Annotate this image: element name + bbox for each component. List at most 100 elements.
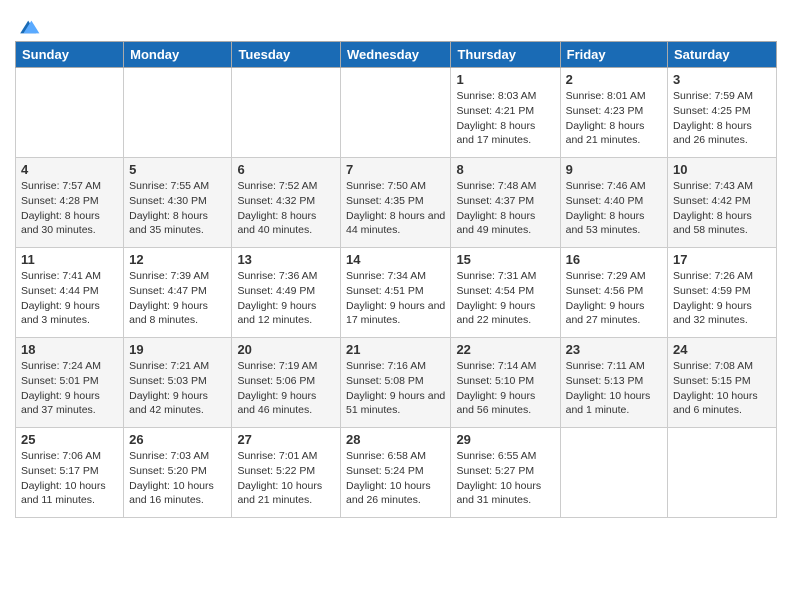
calendar-cell: 2 Sunrise: 8:01 AMSunset: 4:23 PMDaylight… [560,68,667,158]
calendar-cell: 6 Sunrise: 7:52 AMSunset: 4:32 PMDaylight… [232,158,341,248]
day-info: Sunrise: 7:46 AMSunset: 4:40 PMDaylight:… [566,179,662,238]
day-number: 20 [237,342,335,357]
calendar-cell: 15 Sunrise: 7:31 AMSunset: 4:54 PMDayligh… [451,248,560,338]
day-number: 21 [346,342,445,357]
calendar-cell: 19 Sunrise: 7:21 AMSunset: 5:03 PMDayligh… [124,338,232,428]
day-info: Sunrise: 7:50 AMSunset: 4:35 PMDaylight:… [346,179,445,238]
day-number: 22 [456,342,554,357]
calendar-cell: 28Sunrise: 6:58 AMSunset: 5:24 PMDayligh… [341,428,451,518]
day-info: Sunrise: 6:55 AMSunset: 5:27 PMDaylight:… [456,449,554,508]
calendar-cell: 3 Sunrise: 7:59 AMSunset: 4:25 PMDaylight… [668,68,777,158]
day-info: Sunrise: 7:24 AMSunset: 5:01 PMDaylight:… [21,359,118,418]
day-info: Sunrise: 7:14 AMSunset: 5:10 PMDaylight:… [456,359,554,418]
day-number: 10 [673,162,771,177]
calendar-cell: 14Sunrise: 7:34 AMSunset: 4:51 PMDayligh… [341,248,451,338]
calendar-week-row: 11 Sunrise: 7:41 AMSunset: 4:44 PMDayligh… [16,248,777,338]
logo-text [15,14,41,39]
day-info: Sunrise: 7:21 AMSunset: 5:03 PMDaylight:… [129,359,226,418]
day-info: Sunrise: 7:03 AMSunset: 5:20 PMDaylight:… [129,449,226,508]
day-info: Sunrise: 7:19 AMSunset: 5:06 PMDaylight:… [237,359,335,418]
day-info: Sunrise: 7:39 AMSunset: 4:47 PMDaylight:… [129,269,226,328]
day-info: Sunrise: 7:16 AMSunset: 5:08 PMDaylight:… [346,359,445,418]
calendar-header-monday: Monday [124,42,232,68]
calendar-week-row: 1Sunrise: 8:03 AMSunset: 4:21 PMDaylight… [16,68,777,158]
day-number: 16 [566,252,662,267]
day-number: 1 [456,72,554,87]
day-number: 6 [237,162,335,177]
calendar-week-row: 25 Sunrise: 7:06 AMSunset: 5:17 PMDayligh… [16,428,777,518]
calendar-cell: 20 Sunrise: 7:19 AMSunset: 5:06 PMDayligh… [232,338,341,428]
calendar-cell: 8 Sunrise: 7:48 AMSunset: 4:37 PMDaylight… [451,158,560,248]
calendar-header-wednesday: Wednesday [341,42,451,68]
day-number: 15 [456,252,554,267]
day-info: Sunrise: 7:31 AMSunset: 4:54 PMDaylight:… [456,269,554,328]
calendar-cell: 24 Sunrise: 7:08 AMSunset: 5:15 PMDayligh… [668,338,777,428]
calendar-cell: 29 Sunrise: 6:55 AMSunset: 5:27 PMDayligh… [451,428,560,518]
day-number: 3 [673,72,771,87]
calendar-cell: 10 Sunrise: 7:43 AMSunset: 4:42 PMDayligh… [668,158,777,248]
day-number: 13 [237,252,335,267]
day-info: Sunrise: 7:48 AMSunset: 4:37 PMDaylight:… [456,179,554,238]
calendar-cell: 21 Sunrise: 7:16 AMSunset: 5:08 PMDayligh… [341,338,451,428]
day-info: Sunrise: 6:58 AMSunset: 5:24 PMDaylight:… [346,449,445,508]
calendar-cell [560,428,667,518]
day-number: 25 [21,432,118,447]
calendar-cell: 25 Sunrise: 7:06 AMSunset: 5:17 PMDayligh… [16,428,124,518]
calendar-header-saturday: Saturday [668,42,777,68]
day-info: Sunrise: 7:34 AMSunset: 4:51 PMDaylight:… [346,269,445,328]
day-number: 18 [21,342,118,357]
day-number: 23 [566,342,662,357]
day-info: Sunrise: 7:29 AMSunset: 4:56 PMDaylight:… [566,269,662,328]
day-number: 26 [129,432,226,447]
day-info: Sunrise: 7:36 AMSunset: 4:49 PMDaylight:… [237,269,335,328]
day-info: Sunrise: 7:06 AMSunset: 5:17 PMDaylight:… [21,449,118,508]
day-number: 29 [456,432,554,447]
day-number: 19 [129,342,226,357]
calendar-cell: 22 Sunrise: 7:14 AMSunset: 5:10 PMDayligh… [451,338,560,428]
calendar-cell: 4 Sunrise: 7:57 AMSunset: 4:28 PMDaylight… [16,158,124,248]
calendar-cell: 13 Sunrise: 7:36 AMSunset: 4:49 PMDayligh… [232,248,341,338]
day-info: Sunrise: 7:26 AMSunset: 4:59 PMDaylight:… [673,269,771,328]
calendar-week-row: 18 Sunrise: 7:24 AMSunset: 5:01 PMDayligh… [16,338,777,428]
day-info: Sunrise: 8:01 AMSunset: 4:23 PMDaylight:… [566,89,662,148]
calendar-header-row: SundayMondayTuesdayWednesdayThursdayFrid… [16,42,777,68]
day-number: 17 [673,252,771,267]
calendar-cell: 23 Sunrise: 7:11 AMSunset: 5:13 PMDayligh… [560,338,667,428]
calendar-header-sunday: Sunday [16,42,124,68]
day-number: 24 [673,342,771,357]
day-info: Sunrise: 7:41 AMSunset: 4:44 PMDaylight:… [21,269,118,328]
logo [15,14,41,35]
calendar-cell: 9 Sunrise: 7:46 AMSunset: 4:40 PMDaylight… [560,158,667,248]
calendar-header-friday: Friday [560,42,667,68]
day-info: Sunrise: 7:11 AMSunset: 5:13 PMDaylight:… [566,359,662,418]
day-number: 5 [129,162,226,177]
calendar-table: SundayMondayTuesdayWednesdayThursdayFrid… [15,41,777,518]
calendar-header-tuesday: Tuesday [232,42,341,68]
calendar-cell: 5 Sunrise: 7:55 AMSunset: 4:30 PMDaylight… [124,158,232,248]
day-info: Sunrise: 7:57 AMSunset: 4:28 PMDaylight:… [21,179,118,238]
day-number: 12 [129,252,226,267]
day-info: Sunrise: 7:55 AMSunset: 4:30 PMDaylight:… [129,179,226,238]
calendar-cell [341,68,451,158]
day-number: 7 [346,162,445,177]
day-number: 11 [21,252,118,267]
day-number: 27 [237,432,335,447]
day-number: 4 [21,162,118,177]
calendar-body: 1Sunrise: 8:03 AMSunset: 4:21 PMDaylight… [16,68,777,518]
calendar-cell: 1Sunrise: 8:03 AMSunset: 4:21 PMDaylight… [451,68,560,158]
day-info: Sunrise: 7:08 AMSunset: 5:15 PMDaylight:… [673,359,771,418]
calendar-cell [16,68,124,158]
day-number: 8 [456,162,554,177]
day-info: Sunrise: 7:01 AMSunset: 5:22 PMDaylight:… [237,449,335,508]
calendar-cell [668,428,777,518]
calendar-cell: 26 Sunrise: 7:03 AMSunset: 5:20 PMDayligh… [124,428,232,518]
calendar-cell: 16 Sunrise: 7:29 AMSunset: 4:56 PMDayligh… [560,248,667,338]
day-number: 2 [566,72,662,87]
calendar-cell: 18 Sunrise: 7:24 AMSunset: 5:01 PMDayligh… [16,338,124,428]
day-info: Sunrise: 7:52 AMSunset: 4:32 PMDaylight:… [237,179,335,238]
day-info: Sunrise: 7:59 AMSunset: 4:25 PMDaylight:… [673,89,771,148]
calendar-cell: 12 Sunrise: 7:39 AMSunset: 4:47 PMDayligh… [124,248,232,338]
day-info: Sunrise: 7:43 AMSunset: 4:42 PMDaylight:… [673,179,771,238]
day-number: 9 [566,162,662,177]
calendar-week-row: 4 Sunrise: 7:57 AMSunset: 4:28 PMDaylight… [16,158,777,248]
